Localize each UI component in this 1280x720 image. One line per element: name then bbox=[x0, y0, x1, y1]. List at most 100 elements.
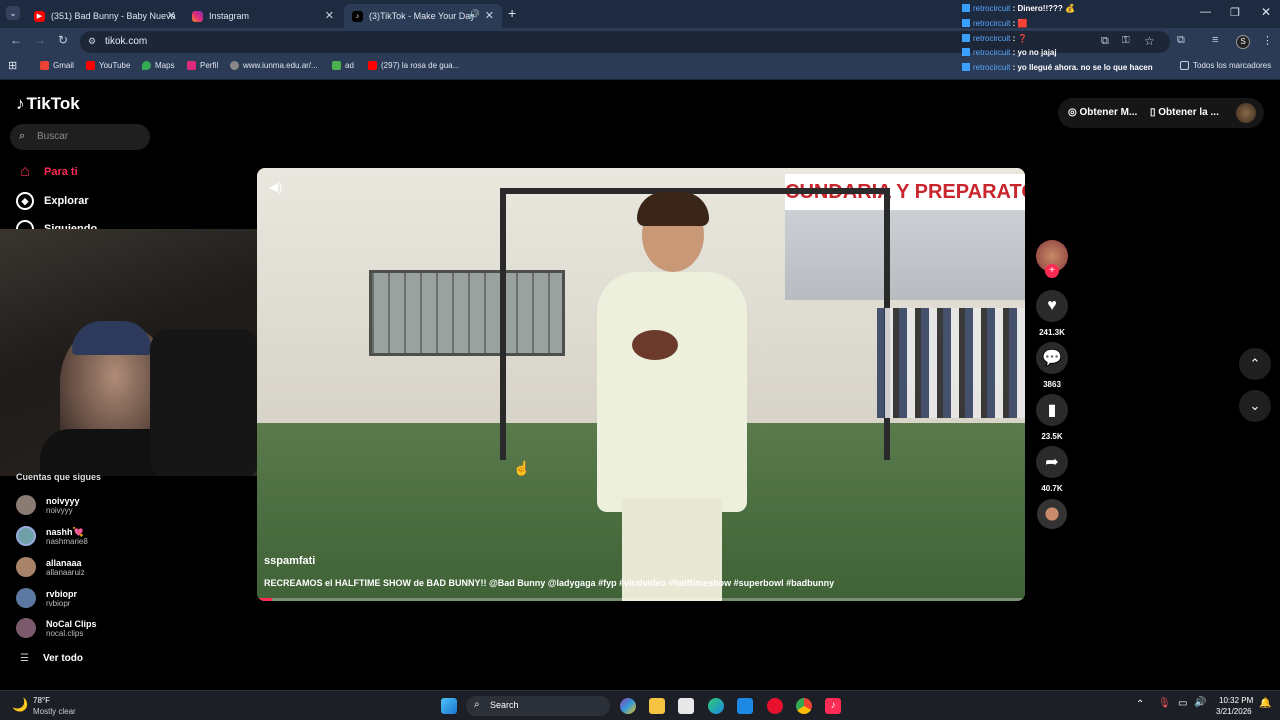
compass-icon: ◆ bbox=[16, 192, 34, 210]
hair bbox=[637, 192, 709, 226]
chat-text: : 🟥 bbox=[1012, 19, 1028, 28]
install-icon[interactable]: ⧉ bbox=[1101, 35, 1109, 48]
close-icon[interactable]: ✕ bbox=[167, 9, 176, 22]
bookmark-perfil[interactable]: Perfil bbox=[187, 61, 218, 70]
volume-icon[interactable]: ◀) bbox=[269, 180, 282, 194]
bookmark-maps[interactable]: Maps bbox=[142, 61, 175, 70]
mail-icon[interactable] bbox=[737, 698, 753, 714]
bookmark-ad[interactable]: ad bbox=[332, 61, 354, 70]
tiktok-logo[interactable]: ♪ TikTok bbox=[16, 94, 80, 114]
following-item[interactable]: noivyyy noivyyy bbox=[16, 495, 80, 515]
back-icon[interactable]: ← bbox=[10, 33, 22, 47]
nav-explore[interactable]: ◆ Explorar bbox=[16, 192, 89, 210]
profile-avatar[interactable]: S bbox=[1236, 35, 1250, 49]
star-icon[interactable]: ☆ bbox=[1144, 34, 1155, 48]
chat-user: retrocircuit bbox=[973, 63, 1011, 72]
chat-message: retrocircuit : Dinero!!??? 💰 bbox=[962, 4, 1075, 13]
close-window-button[interactable]: ✕ bbox=[1261, 5, 1271, 19]
following-item[interactable]: NoCal Clips nocal.clips bbox=[16, 618, 97, 638]
windows-start-icon[interactable] bbox=[441, 698, 457, 714]
get-coins-button[interactable]: ◎ Obtener M... bbox=[1068, 107, 1137, 118]
save-count: 23.5K bbox=[1041, 432, 1063, 441]
like-button[interactable]: ♥ 241.3K bbox=[1036, 290, 1068, 337]
clock-time[interactable]: 10:32 PM bbox=[1219, 696, 1253, 705]
nav-for-you[interactable]: ⌂ Para ti bbox=[16, 163, 77, 181]
close-icon[interactable]: ✕ bbox=[325, 9, 334, 22]
opera-icon[interactable] bbox=[767, 698, 783, 714]
mic-icon[interactable]: 🎙 bbox=[1158, 698, 1171, 709]
site-info-icon[interactable]: ⚙ bbox=[88, 36, 96, 47]
following-name: rvbiopr bbox=[46, 588, 78, 599]
bookmark-label: Todos los marcadores bbox=[1193, 61, 1272, 70]
share-button[interactable]: ➦ 40.7K bbox=[1036, 446, 1068, 493]
bookmark-label: ad bbox=[345, 61, 354, 70]
tab-search-icon[interactable]: ⌄ bbox=[6, 6, 20, 20]
follow-plus-icon[interactable]: + bbox=[1045, 264, 1059, 278]
see-all-link[interactable]: ☰ Ver todo bbox=[16, 653, 83, 664]
clock-date[interactable]: 3/21/2026 bbox=[1216, 707, 1252, 716]
following-handle: allanaaruiz bbox=[46, 567, 85, 577]
following-handle: nashmarie8 bbox=[46, 536, 88, 546]
prev-video-button[interactable]: ⌃ bbox=[1239, 348, 1271, 380]
edge-icon[interactable] bbox=[708, 698, 724, 714]
bookmark-rosa[interactable]: (297) la rosa de gua... bbox=[368, 61, 459, 70]
tab-tiktok[interactable]: ♪ (3)TikTok - Make Your Day 🔊 ✕ bbox=[344, 4, 502, 28]
bookmark-label: Maps bbox=[155, 61, 175, 70]
tiktok-app-icon[interactable]: ♪ bbox=[825, 698, 841, 714]
instagram-icon bbox=[192, 10, 203, 22]
tray-chevron-icon[interactable]: ⌃ bbox=[1136, 699, 1144, 710]
network-icon[interactable]: ▭ bbox=[1178, 698, 1187, 709]
profile-avatar[interactable] bbox=[1236, 103, 1256, 123]
video-player[interactable]: CUNDARIA Y PREPARATO ◀) sspamfati RECREA… bbox=[257, 168, 1025, 601]
youtube-icon: ▶ bbox=[34, 10, 45, 22]
weather-icon[interactable]: 🌙 bbox=[12, 697, 28, 713]
minimize-button[interactable]: — bbox=[1200, 6, 1211, 18]
tab-instagram[interactable]: Instagram ✕ bbox=[184, 4, 342, 28]
following-item[interactable]: rvbiopr rvbiopr bbox=[16, 588, 77, 608]
twitch-icon bbox=[962, 63, 970, 71]
notification-bell-icon[interactable]: 🔔 bbox=[1259, 698, 1271, 709]
volume-tray-icon[interactable]: 🔊 bbox=[1194, 697, 1206, 708]
all-bookmarks[interactable]: Todos los marcadores bbox=[1180, 61, 1271, 70]
apps-icon[interactable]: ⊞ bbox=[8, 59, 17, 72]
following-item[interactable]: nashh💘 nashmarie8 bbox=[16, 526, 88, 546]
search-input[interactable]: ⌕ Buscar bbox=[10, 124, 150, 150]
get-app-button[interactable]: ▯ Obtener la ... bbox=[1150, 107, 1219, 118]
store-icon[interactable] bbox=[678, 698, 694, 714]
forward-icon[interactable]: → bbox=[34, 33, 46, 47]
menu-icon[interactable]: ⋮ bbox=[1262, 34, 1273, 47]
toolbar: ← → ↻ ⚙ tikok.com ⧉ ⚿ ☆ ⧉ ≡ S ⋮ bbox=[0, 28, 1280, 56]
bookmark-label: Gmail bbox=[53, 61, 74, 70]
tab-youtube[interactable]: ▶ (351) Bad Bunny - Baby Nueva ✕ bbox=[26, 4, 184, 28]
bookmark-label: (297) la rosa de gua... bbox=[381, 61, 460, 70]
gmail-icon bbox=[40, 61, 49, 70]
progress-track[interactable] bbox=[257, 598, 1025, 601]
taskbar-search[interactable]: ⌕ Search bbox=[466, 696, 610, 716]
new-tab-button[interactable]: + bbox=[508, 5, 516, 21]
copilot-icon[interactable] bbox=[620, 698, 636, 714]
sound-disc[interactable] bbox=[1036, 499, 1068, 529]
save-button[interactable]: ▮ 23.5K bbox=[1036, 394, 1068, 441]
key-icon[interactable]: ⚿ bbox=[1122, 35, 1130, 46]
file-explorer-icon[interactable] bbox=[649, 698, 665, 714]
speaker-icon[interactable]: 🔊 bbox=[469, 9, 480, 20]
reload-icon[interactable]: ↻ bbox=[58, 33, 68, 47]
person-center bbox=[587, 188, 757, 601]
bookmark-youtube[interactable]: YouTube bbox=[86, 61, 130, 70]
top-actions: ◎ Obtener M... ▯ Obtener la ... bbox=[1058, 98, 1264, 128]
video-author[interactable]: sspamfati bbox=[264, 555, 315, 567]
close-icon[interactable]: ✕ bbox=[485, 9, 494, 22]
next-video-button[interactable]: ⌄ bbox=[1239, 390, 1271, 422]
chrome-icon[interactable] bbox=[796, 698, 812, 714]
media-icon[interactable]: ≡ bbox=[1212, 34, 1218, 46]
creator-avatar[interactable]: + bbox=[1036, 240, 1068, 278]
following-item[interactable]: allanaaa allanaaruiz bbox=[16, 557, 85, 577]
football bbox=[632, 330, 678, 360]
extensions-icon[interactable]: ⧉ bbox=[1177, 34, 1185, 47]
chat-message: retrocircuit : yo llegué ahora. no se lo… bbox=[962, 63, 1153, 72]
tab-title: (351) Bad Bunny - Baby Nueva bbox=[51, 11, 176, 21]
bookmark-gmail[interactable]: Gmail bbox=[40, 61, 74, 70]
comment-button[interactable]: 💬 3863 bbox=[1036, 342, 1068, 389]
bookmark-iunma[interactable]: www.iunma.edu.ar/... bbox=[230, 61, 318, 70]
maximize-button[interactable]: ❐ bbox=[1230, 6, 1240, 19]
